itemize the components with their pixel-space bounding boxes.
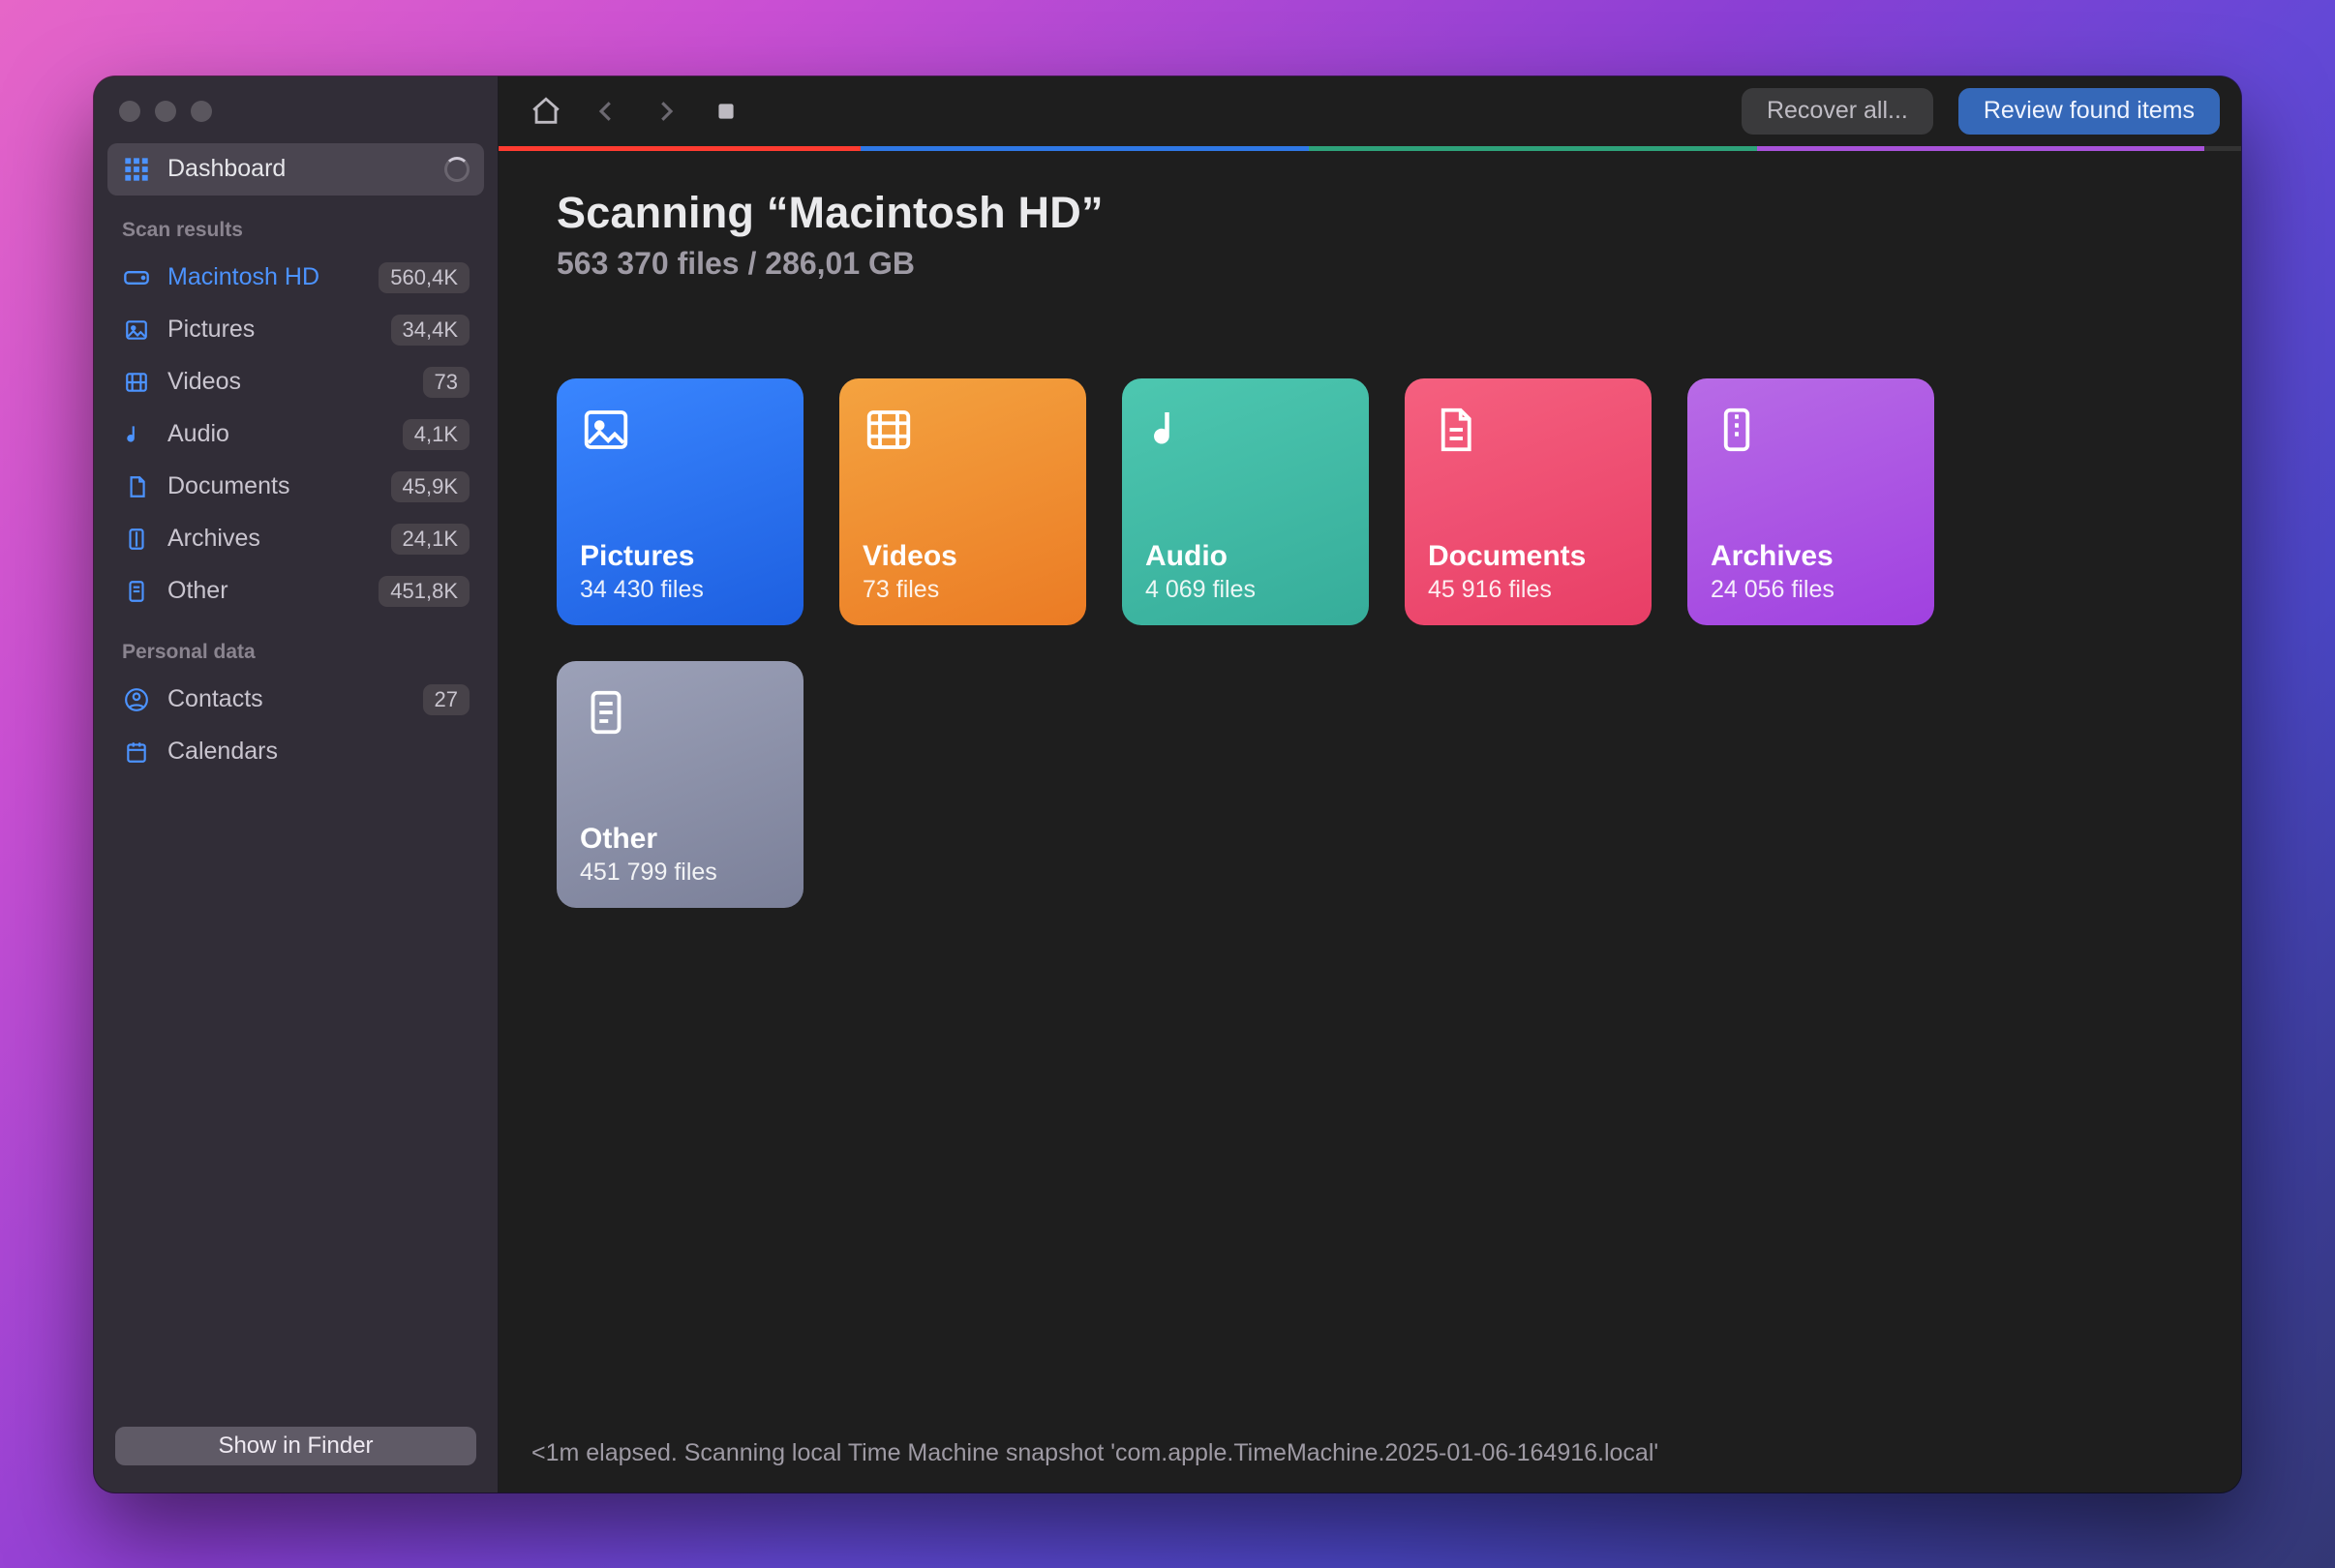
sidebar-item-label: Audio xyxy=(167,420,386,448)
card-archives[interactable]: Archives 24 056 files xyxy=(1687,378,1934,625)
card-count: 73 files xyxy=(863,576,1063,604)
sidebar-scroll: Dashboard Scan results Macintosh HD 560,… xyxy=(94,143,498,1409)
sidebar-item-documents[interactable]: Documents 45,9K xyxy=(107,461,484,513)
zoom-window-dot[interactable] xyxy=(191,101,212,122)
minimize-window-dot[interactable] xyxy=(155,101,176,122)
sidebar-item-other[interactable]: Other 451,8K xyxy=(107,565,484,618)
sidebar: Dashboard Scan results Macintosh HD 560,… xyxy=(94,76,499,1493)
image-icon xyxy=(122,316,151,345)
sidebar-item-audio[interactable]: Audio 4,1K xyxy=(107,408,484,461)
card-count: 45 916 files xyxy=(1428,576,1628,604)
card-title: Pictures xyxy=(580,540,780,573)
sidebar-item-label: Pictures xyxy=(167,316,375,344)
page-subtitle: 563 370 files / 286,01 GB xyxy=(557,246,2183,282)
sidebar-dashboard[interactable]: Dashboard xyxy=(107,143,484,196)
drive-icon xyxy=(122,263,151,292)
zip-icon xyxy=(122,525,151,554)
forward-button[interactable] xyxy=(640,89,692,134)
home-button[interactable] xyxy=(520,89,572,134)
note-icon xyxy=(1145,404,1198,456)
sidebar-item-macintosh-hd[interactable]: Macintosh HD 560,4K xyxy=(107,252,484,304)
sidebar-item-label: Videos xyxy=(167,368,407,396)
card-title: Archives xyxy=(1711,540,1911,573)
sidebar-item-badge: 73 xyxy=(423,367,470,398)
toolbar: Recover all... Review found items xyxy=(499,76,2241,146)
sidebar-item-label: Other xyxy=(167,577,362,605)
show-in-finder-button[interactable]: Show in Finder xyxy=(115,1427,476,1465)
grid-icon xyxy=(122,155,151,184)
zip-icon xyxy=(1711,404,1763,456)
card-count: 451 799 files xyxy=(580,859,780,887)
sidebar-footer: Show in Finder xyxy=(94,1409,498,1493)
card-count: 24 056 files xyxy=(1711,576,1911,604)
sidebar-item-videos[interactable]: Videos 73 xyxy=(107,356,484,408)
film-icon xyxy=(122,368,151,397)
content-area: Scanning “Macintosh HD” 563 370 files / … xyxy=(499,151,2241,1432)
card-other[interactable]: Other 451 799 files xyxy=(557,661,804,908)
sidebar-item-badge: 24,1K xyxy=(391,524,470,555)
page-title: Scanning “Macintosh HD” xyxy=(557,188,2183,238)
sidebar-section-personal: Personal data xyxy=(107,618,484,674)
sidebar-item-badge: 34,4K xyxy=(391,315,470,346)
sidebar-item-pictures[interactable]: Pictures 34,4K xyxy=(107,304,484,356)
calendar-icon xyxy=(122,738,151,767)
card-count: 34 430 files xyxy=(580,576,780,604)
category-cards: Pictures 34 430 files Videos 73 files Au… xyxy=(557,378,2183,908)
app-window: Dashboard Scan results Macintosh HD 560,… xyxy=(94,76,2241,1493)
sidebar-item-label: Archives xyxy=(167,525,375,553)
sidebar-item-badge: 451,8K xyxy=(379,576,470,607)
sidebar-item-calendars[interactable]: Calendars xyxy=(107,726,484,778)
status-bar: <1m elapsed. Scanning local Time Machine… xyxy=(499,1432,2241,1493)
contact-icon xyxy=(122,685,151,714)
sidebar-item-badge: 45,9K xyxy=(391,471,470,502)
sheet-icon xyxy=(122,577,151,606)
card-title: Videos xyxy=(863,540,1063,573)
close-window-dot[interactable] xyxy=(119,101,140,122)
card-audio[interactable]: Audio 4 069 files xyxy=(1122,378,1369,625)
sidebar-item-contacts[interactable]: Contacts 27 xyxy=(107,674,484,726)
note-icon xyxy=(122,420,151,449)
card-count: 4 069 files xyxy=(1145,576,1346,604)
film-icon xyxy=(863,404,915,456)
sheet-icon xyxy=(580,686,632,739)
stop-button[interactable] xyxy=(700,89,752,134)
sidebar-section-scan: Scan results xyxy=(107,196,484,252)
main-pane: Recover all... Review found items Scanni… xyxy=(499,76,2241,1493)
card-videos[interactable]: Videos 73 files xyxy=(839,378,1086,625)
doc-icon xyxy=(1428,404,1480,456)
image-icon xyxy=(580,404,632,456)
card-title: Documents xyxy=(1428,540,1628,573)
sidebar-item-badge: 4,1K xyxy=(403,419,470,450)
doc-icon xyxy=(122,472,151,501)
review-found-items-button[interactable]: Review found items xyxy=(1958,88,2220,135)
card-pictures[interactable]: Pictures 34 430 files xyxy=(557,378,804,625)
back-button[interactable] xyxy=(580,89,632,134)
sidebar-item-archives[interactable]: Archives 24,1K xyxy=(107,513,484,565)
sidebar-item-label: Calendars xyxy=(167,738,470,766)
sidebar-dashboard-label: Dashboard xyxy=(167,155,428,183)
card-title: Other xyxy=(580,823,780,856)
recover-all-button[interactable]: Recover all... xyxy=(1742,88,1933,135)
sidebar-item-badge: 27 xyxy=(423,684,470,715)
spinner-icon xyxy=(444,157,470,182)
card-documents[interactable]: Documents 45 916 files xyxy=(1405,378,1652,625)
sidebar-item-badge: 560,4K xyxy=(379,262,470,293)
sidebar-item-label: Macintosh HD xyxy=(167,263,362,291)
sidebar-item-label: Documents xyxy=(167,472,375,500)
window-controls xyxy=(94,76,498,143)
card-title: Audio xyxy=(1145,540,1346,573)
sidebar-item-label: Contacts xyxy=(167,685,407,713)
